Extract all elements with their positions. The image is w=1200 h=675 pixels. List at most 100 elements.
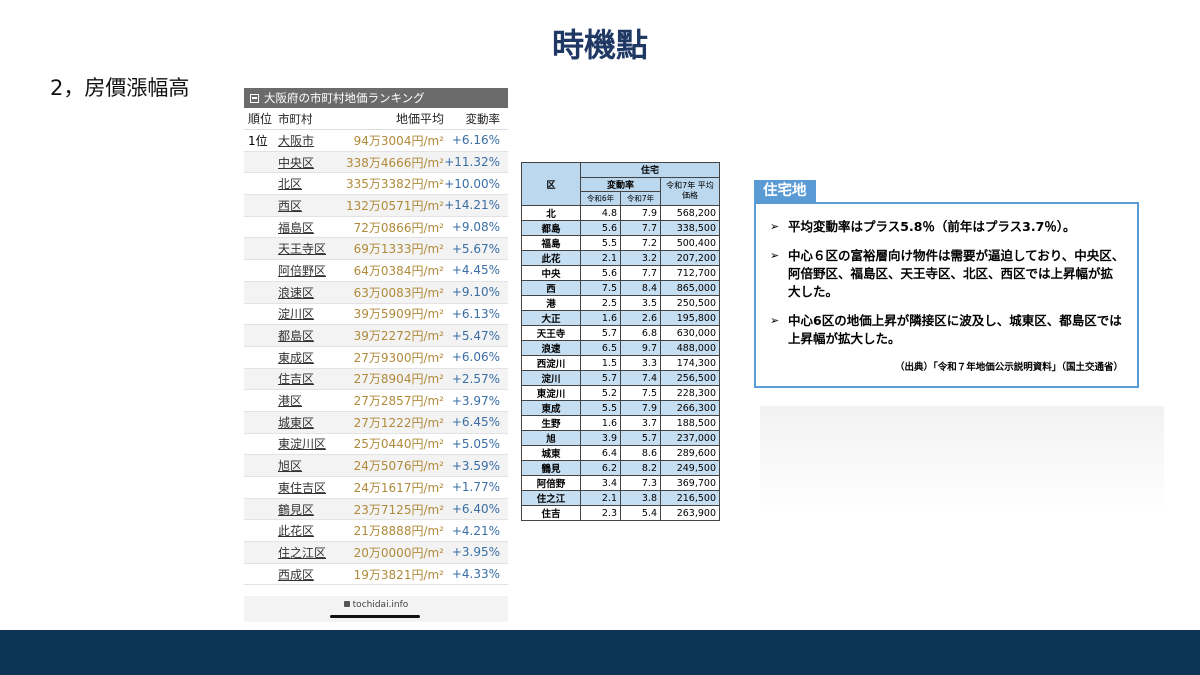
- ward-row: 東淀川 5.2 7.5 228,300: [521, 385, 720, 402]
- city-cell: 東淀川区: [278, 435, 340, 452]
- city-cell: 中央区: [278, 154, 340, 171]
- price-cell: 72万0866円/m²: [353, 220, 444, 235]
- r7-cell: 7.7: [620, 265, 661, 282]
- ward-cell: 東淀川: [521, 385, 581, 402]
- ranking-header-label: 大阪府の市町村地価ランキング: [264, 91, 425, 105]
- price-cell: 94万3004円/m²: [353, 133, 444, 148]
- r6-cell: 7.5: [580, 280, 621, 297]
- ward-row: 鶴見 6.2 8.2 249,500: [521, 460, 720, 477]
- r7-cell: 7.9: [620, 400, 661, 417]
- city-link[interactable]: 浪速区: [278, 286, 314, 300]
- ward-cell: 此花: [521, 250, 581, 267]
- city-link[interactable]: 大阪市: [278, 134, 314, 148]
- r6-cell: 2.1: [580, 490, 621, 507]
- r7-cell: 9.7: [620, 340, 661, 357]
- change-cell: +2.57%: [451, 371, 500, 386]
- avg-price-cell: 174,300: [660, 355, 720, 372]
- r6-cell: 5.5: [580, 400, 621, 417]
- city-link[interactable]: 旭区: [278, 459, 302, 473]
- city-link[interactable]: 東淀川区: [278, 437, 326, 451]
- r6-cell: 3.4: [580, 475, 621, 492]
- ranking-row: 都島区 39万2272円/m² +5.47%: [244, 325, 508, 347]
- ward-cell: 住之江: [521, 490, 581, 507]
- city-link[interactable]: 北区: [278, 177, 302, 191]
- ward-row: 住之江 2.1 3.8 216,500: [521, 490, 720, 507]
- price-cell: 335万3382円/m²: [346, 177, 444, 192]
- avg-price-cell: 216,500: [660, 490, 720, 507]
- price-cell: 23万7125円/m²: [353, 502, 444, 517]
- city-link[interactable]: 港区: [278, 394, 302, 408]
- city-link[interactable]: 中央区: [278, 156, 314, 170]
- avg-price-cell: 338,500: [660, 220, 720, 237]
- box-shadow: [760, 406, 1164, 516]
- city-link[interactable]: 西成区: [278, 568, 314, 582]
- r6-cell: 2.5: [580, 295, 621, 312]
- avg-price-cell: 263,900: [660, 505, 720, 522]
- slide-title: 時機點: [551, 26, 648, 64]
- avg-price-cell: 207,200: [660, 250, 720, 267]
- ward-cell: 生野: [521, 415, 581, 432]
- r7-cell: 3.3: [620, 355, 661, 372]
- home-indicator: [330, 615, 420, 618]
- city-link[interactable]: 淀川区: [278, 307, 314, 321]
- city-link[interactable]: 此花区: [278, 524, 314, 538]
- ward-cell: 都島: [521, 220, 581, 237]
- th-change: 変動率: [580, 176, 661, 193]
- residential-box: ➢ 平均変動率はプラス5.8％（前年はプラス3.7％）。 ➢ 中心６区の富裕層向け物…: [754, 202, 1139, 388]
- ward-row: 生野 1.6 3.7 188,500: [521, 415, 720, 432]
- r7-cell: 8.4: [620, 280, 661, 297]
- r6-cell: 2.1: [580, 250, 621, 267]
- city-link[interactable]: 東住吉区: [278, 481, 326, 495]
- city-cell: 天王寺区: [278, 240, 340, 257]
- r7-cell: 5.7: [620, 430, 661, 447]
- r6-cell: 4.8: [580, 205, 621, 222]
- ranking-row: 阿倍野区 64万0384円/m² +4.45%: [244, 260, 508, 282]
- r7-cell: 3.2: [620, 250, 661, 267]
- change-cell: +10.00%: [444, 176, 500, 191]
- price-cell: 27万9300円/m²: [353, 350, 444, 365]
- city-link[interactable]: 天王寺区: [278, 242, 326, 256]
- r6-cell: 2.3: [580, 505, 621, 522]
- city-link[interactable]: 住之江区: [278, 546, 326, 560]
- change-cell: +9.10%: [451, 285, 500, 300]
- ranking-column-headers: 順位 市町村 地価平均 変動率: [244, 108, 508, 130]
- ranking-screenshot: 大阪府の市町村地価ランキング 順位 市町村 地価平均 変動率 1位 大阪市 94万3…: [244, 88, 508, 622]
- change-cell: +5.67%: [451, 241, 500, 256]
- r6-cell: 5.6: [580, 265, 621, 282]
- change-cell: +11.32%: [444, 155, 500, 170]
- bullet-item: ➢ 平均変動率はプラス5.8％（前年はプラス3.7％）。: [770, 218, 1125, 236]
- change-cell: +3.59%: [451, 458, 500, 473]
- city-link[interactable]: 東成区: [278, 351, 314, 365]
- city-cell: 住之江区: [278, 544, 340, 561]
- city-link[interactable]: 都島区: [278, 329, 314, 343]
- r6-cell: 5.6: [580, 220, 621, 237]
- city-link[interactable]: 鶴見区: [278, 503, 314, 517]
- change-cell: +14.21%: [444, 198, 500, 213]
- r7-cell: 7.4: [620, 370, 661, 387]
- city-link[interactable]: 城東区: [278, 416, 314, 430]
- ranking-row: 淀川区 39万5909円/m² +6.13%: [244, 304, 508, 326]
- ward-cell: 城東: [521, 445, 581, 462]
- ward-cell: 鶴見: [521, 460, 581, 477]
- city-link[interactable]: 住吉区: [278, 372, 314, 386]
- ranking-row: 西成区 19万3821円/m² +4.33%: [244, 564, 508, 586]
- ranking-row: 鶴見区 23万7125円/m² +6.40%: [244, 498, 508, 521]
- th-r7: 令和7年: [620, 191, 661, 207]
- r6-cell: 3.9: [580, 430, 621, 447]
- city-link[interactable]: 福島区: [278, 221, 314, 235]
- change-cell: +6.45%: [451, 415, 500, 430]
- ranking-row: 浪速区 63万0083円/m² +9.10%: [244, 281, 508, 304]
- price-cell: 24万5076円/m²: [353, 459, 444, 474]
- r6-cell: 5.2: [580, 385, 621, 402]
- city-link[interactable]: 阿倍野区: [278, 264, 326, 278]
- city-link[interactable]: 西区: [278, 199, 302, 213]
- th-ward: 区: [521, 161, 581, 207]
- avg-price-cell: 500,400: [660, 235, 720, 252]
- price-cell: 132万0571円/m²: [346, 198, 444, 213]
- price-cell: 39万5909円/m²: [353, 307, 444, 322]
- ranking-row: 城東区 27万1222円/m² +6.45%: [244, 411, 508, 434]
- city-cell: 阿倍野区: [278, 262, 340, 279]
- avg-price-cell: 630,000: [660, 325, 720, 342]
- change-cell: +6.16%: [451, 133, 500, 148]
- ranking-row: 東住吉区 24万1617円/m² +1.77%: [244, 477, 508, 499]
